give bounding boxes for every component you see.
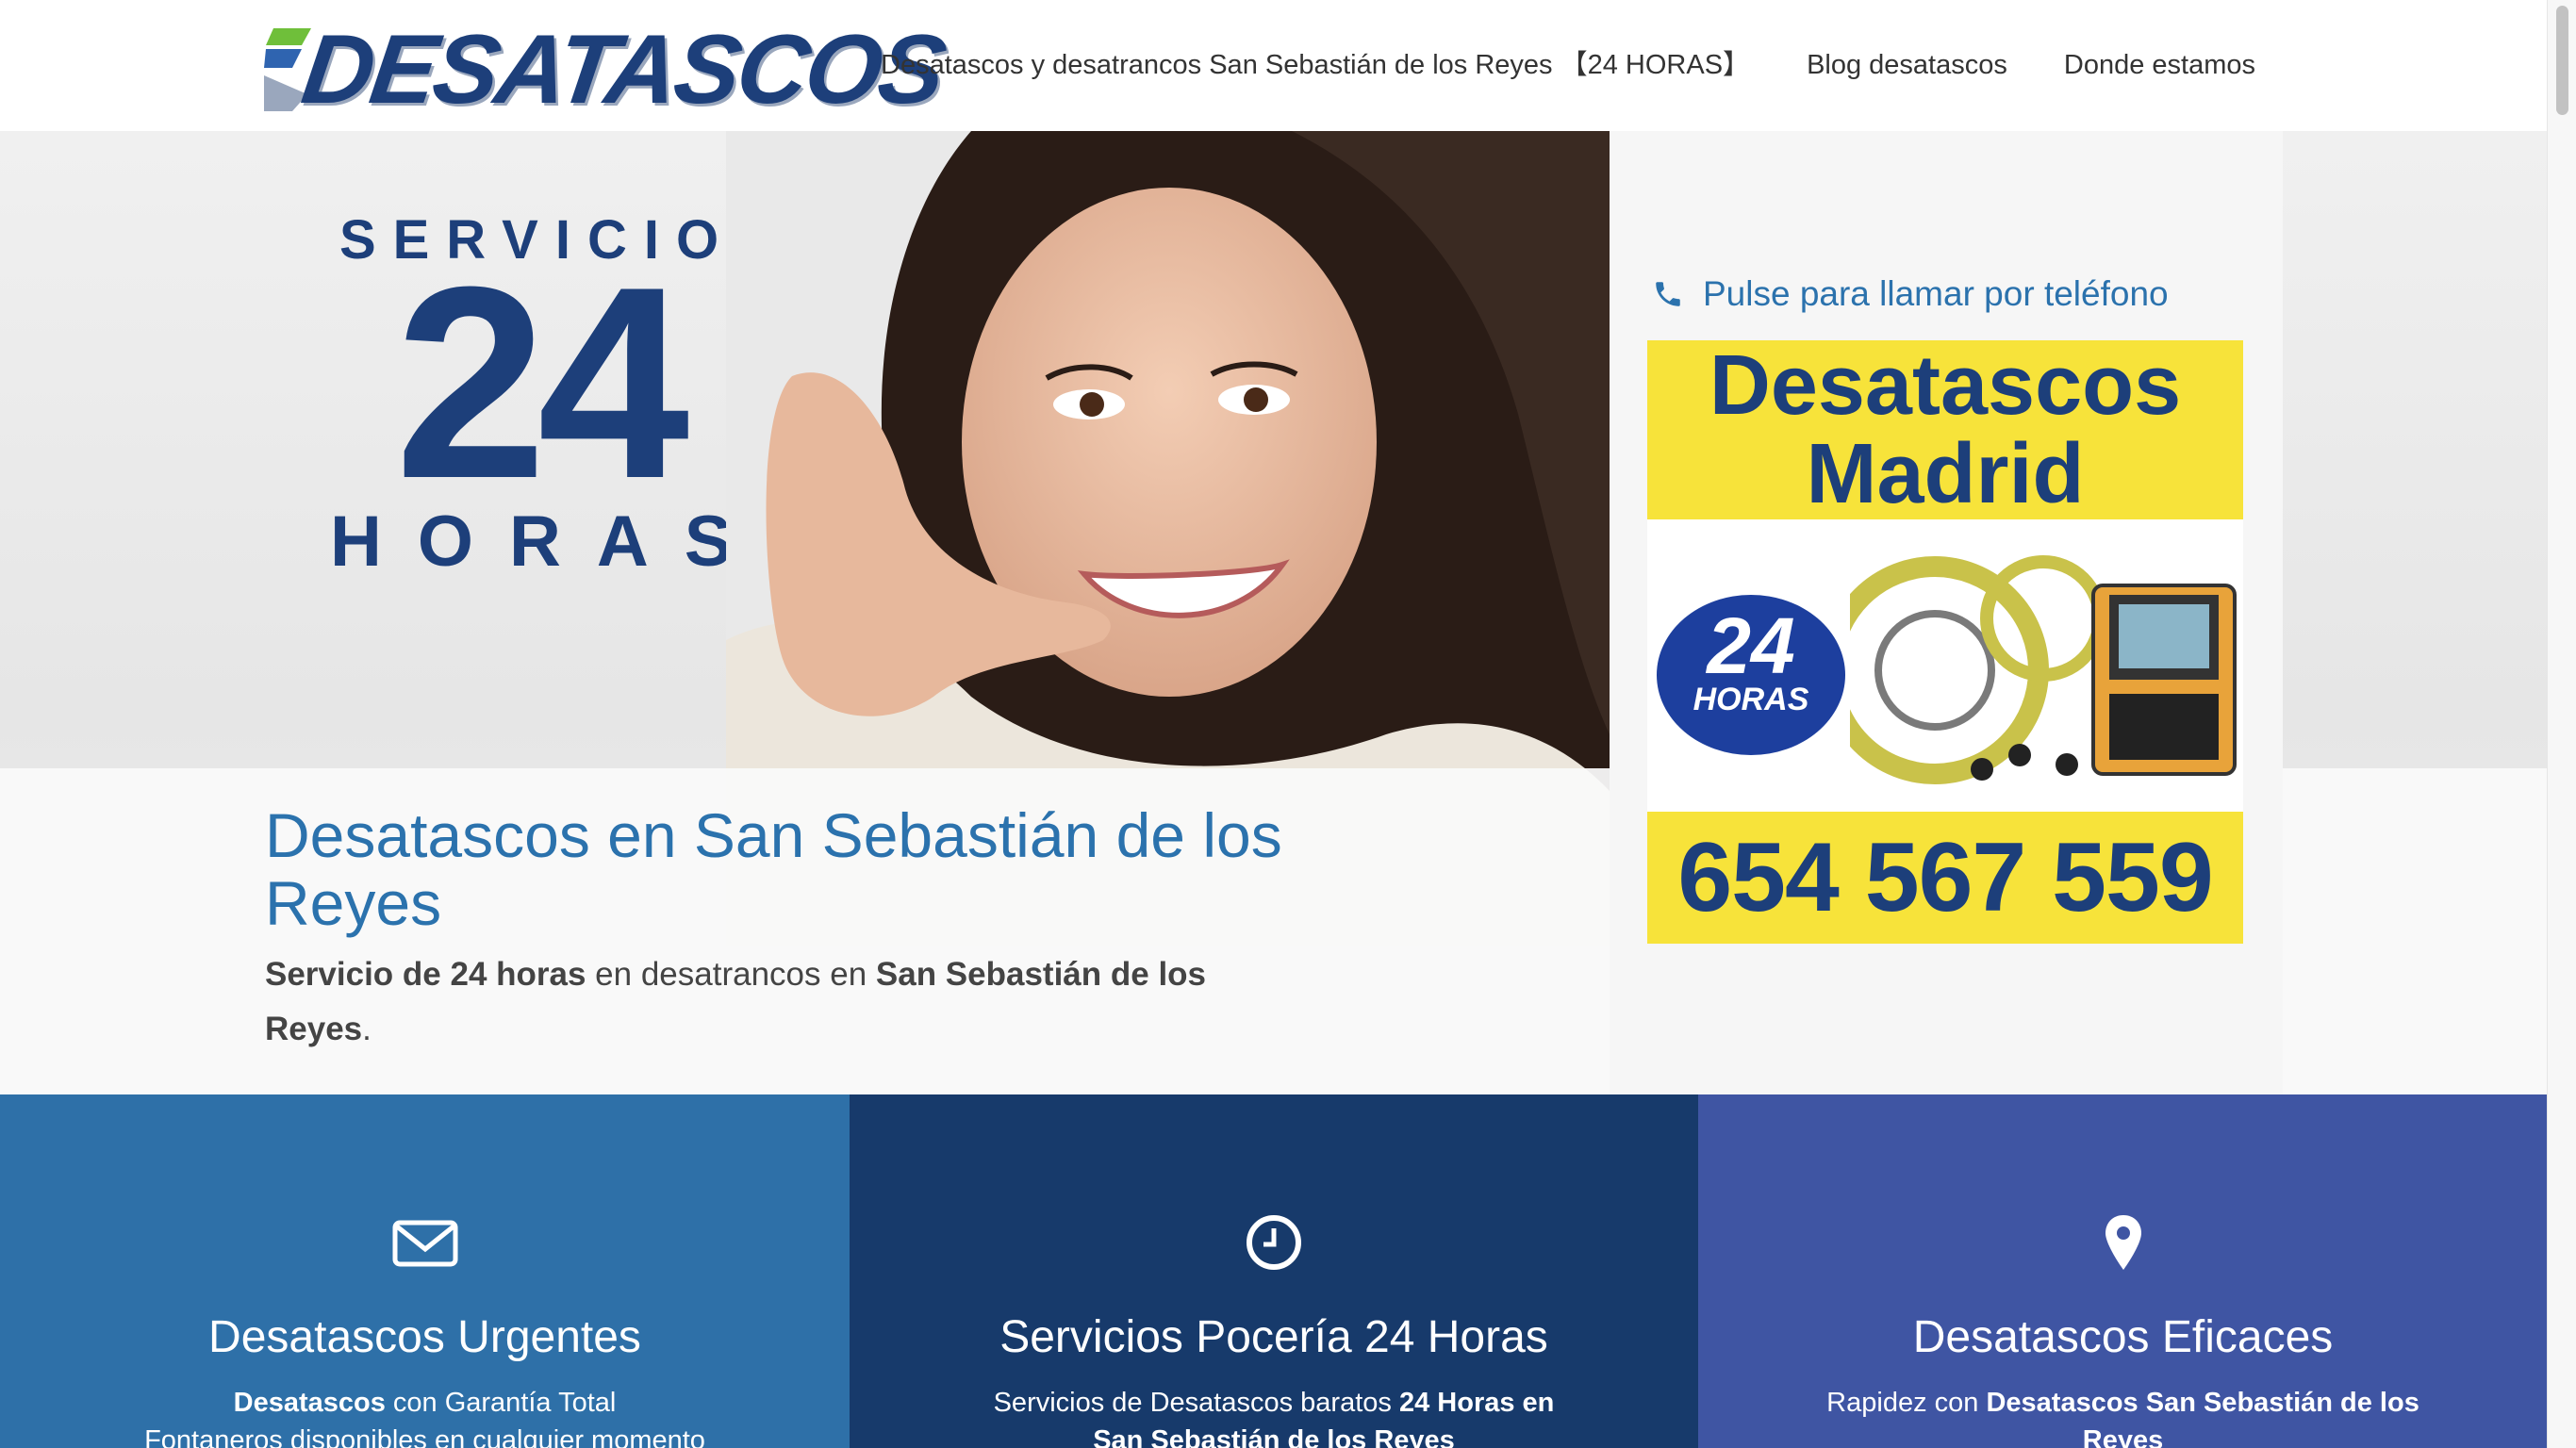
ad-badge-number: 24 [1707, 601, 1795, 690]
feature-efficient: Desatascos Eficaces Rapidez con Desatasc… [1698, 1094, 2548, 1448]
vertical-scrollbar[interactable] [2547, 0, 2576, 1448]
feature-24h-poceria: Servicios Pocería 24 Horas Servicios de … [850, 1094, 1698, 1448]
site-logo[interactable]: DESATASCOS [264, 15, 949, 124]
feature-text: Rapidez con Desatascos San Sebastián de … [1821, 1384, 2425, 1448]
site-header: DESATASCOS Desatascos y desatrancos San … [0, 0, 2548, 131]
feature-text-rest: Servicios de Desatascos baratos [993, 1388, 1399, 1418]
hero-subtitle-bold-1: Servicio de 24 horas [265, 956, 586, 993]
feature-text-rest: con Garantía Total [385, 1388, 617, 1418]
feature-title: Servicios Pocería 24 Horas [999, 1312, 1548, 1362]
main-nav: Desatascos y desatrancos San Sebastián d… [824, 46, 2255, 84]
ad-header: Desatascos Madrid [1647, 340, 2243, 519]
promo-number: 24 [394, 230, 690, 535]
ad-line-1: Desatascos [1709, 340, 2182, 433]
hero-subtitle-text-2: . [362, 1011, 372, 1047]
feature-text-bold: Desatascos San Sebastián de los Reyes [1986, 1388, 2419, 1448]
clock-icon [1247, 1215, 1301, 1270]
feature-text: Servicios de Desatascos baratos 24 Horas… [972, 1384, 1576, 1448]
hero-sidebar: Pulse para llamar por teléfono Desatasco… [1610, 131, 2283, 1094]
ad-image-equipment: 24 HORAS [1647, 519, 2243, 804]
drain-camera-equipment-icon [1850, 555, 2237, 784]
page-viewport: DESATASCOS Desatascos y desatrancos San … [0, 0, 2548, 1448]
map-pin-icon [2105, 1215, 2141, 1270]
feature-text-rest: Rapidez con [1826, 1388, 1987, 1418]
envelope-icon [392, 1220, 457, 1267]
scrollbar-thumb[interactable] [2556, 6, 2568, 115]
nav-item-location[interactable]: Donde estamos [2064, 46, 2255, 84]
ad-phone-number[interactable]: 654 567 559 [1647, 812, 2243, 944]
page-title: Desatascos en San Sebastián de los Reyes [265, 800, 1282, 938]
feature-title: Desatascos Eficaces [1912, 1312, 2334, 1362]
ad-banner-desatascos-madrid[interactable]: Desatascos Madrid 24 HORAS 654 567 559 [1647, 340, 2243, 944]
nav-item-home[interactable]: Desatascos y desatrancos San Sebastián d… [881, 46, 1750, 84]
feature-urgent: Desatascos Urgentes Desatascos con Garan… [0, 1094, 850, 1448]
nav-item-blog[interactable]: Blog desatascos [1807, 46, 2007, 84]
phone-icon [1656, 282, 1680, 306]
call-link[interactable]: Pulse para llamar por teléfono [1652, 274, 2169, 314]
ad-24h-badge: 24 HORAS [1657, 595, 1845, 755]
features-row: Desatascos Urgentes Desatascos con Garan… [0, 1094, 2548, 1448]
feature-text-line2: Fontaneros disponibles en cualquier mome… [144, 1425, 705, 1448]
promo-bottom-text: HORAS [330, 502, 768, 582]
hero-subtitle-text-1: en desatrancos en [586, 956, 876, 993]
ad-line-2: Madrid [1806, 427, 2085, 521]
feature-text-bold: Desatascos [233, 1388, 386, 1418]
feature-title: Desatascos Urgentes [208, 1312, 641, 1362]
hero-subtitle: Servicio de 24 horas en desatrancos en S… [265, 947, 1302, 1057]
ad-badge-text: HORAS [1693, 682, 1809, 717]
feature-text: Desatascos con Garantía Total Fontaneros… [123, 1384, 727, 1448]
call-label: Pulse para llamar por teléfono [1703, 274, 2169, 313]
promo-24h-graphic: SERVICIO 24 HORAS [330, 212, 745, 589]
